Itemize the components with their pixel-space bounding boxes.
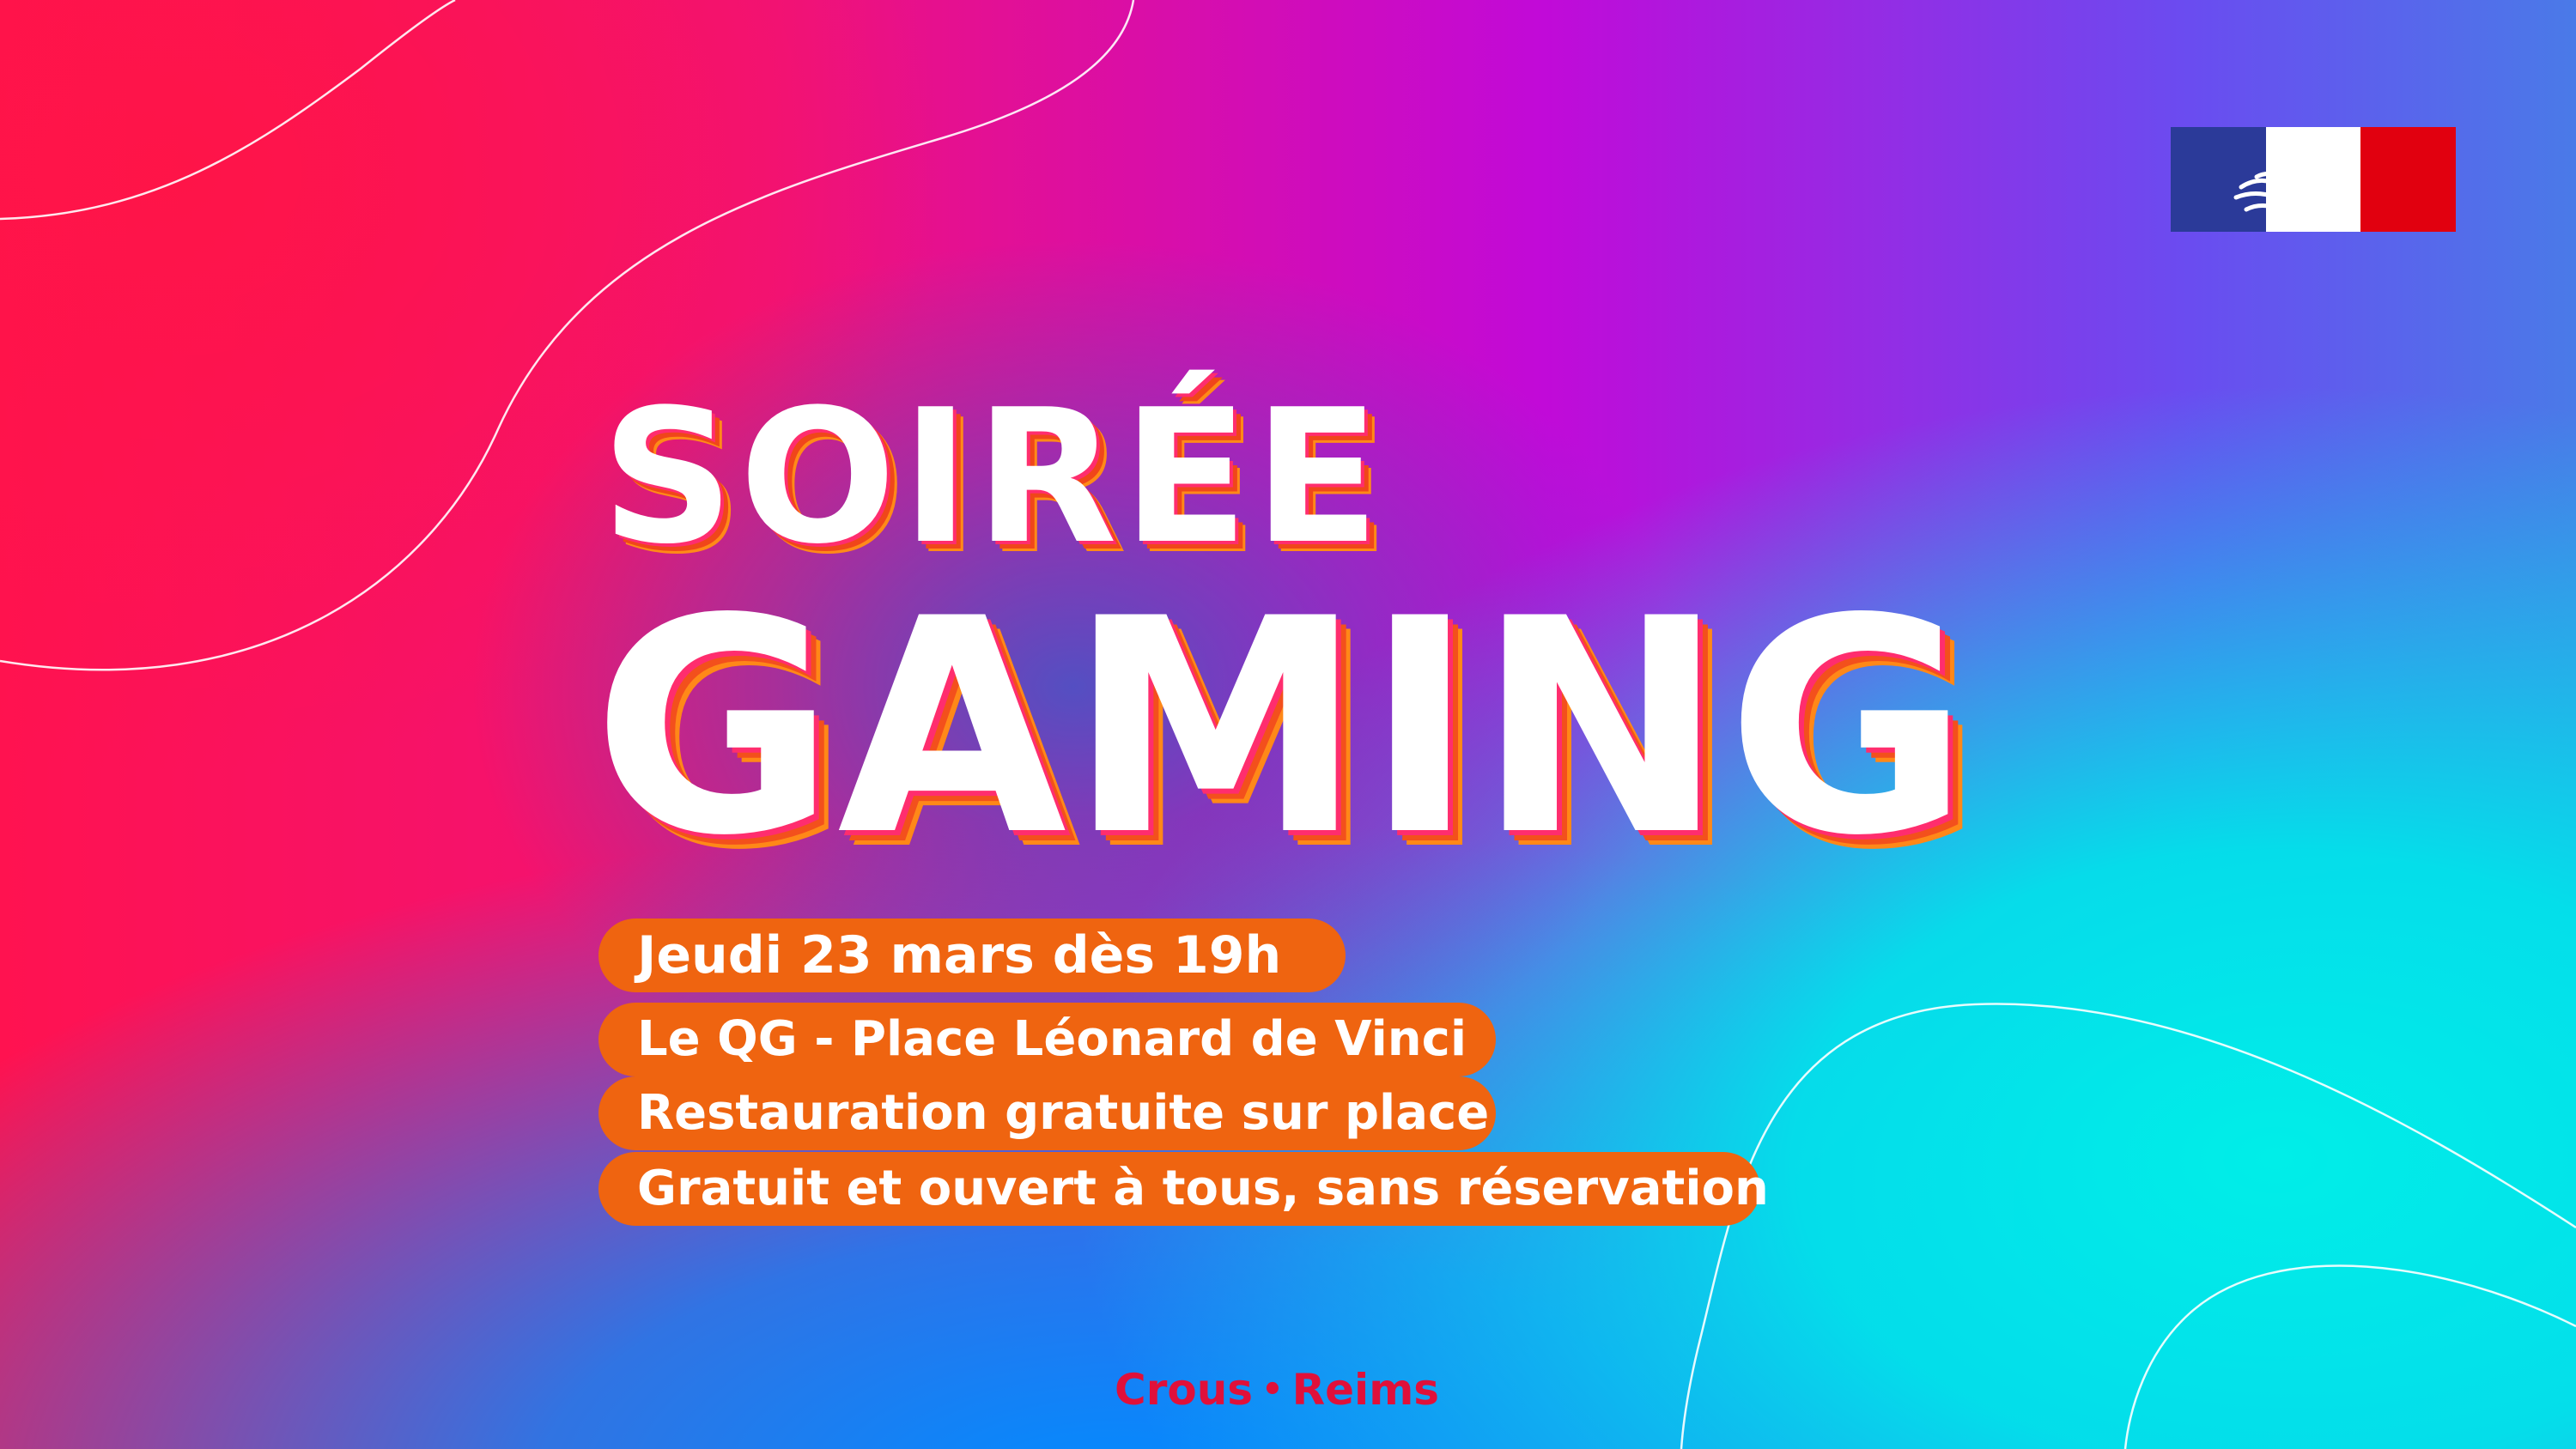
title-soiree: SOIRÉE <box>601 369 1385 585</box>
swirl-line-top-left <box>0 0 456 221</box>
republique-francaise-flag-icon <box>2171 127 2456 232</box>
event-date-pill: Jeudi 23 mars dès 19h <box>598 919 1346 992</box>
logo-text-crous: Crous <box>1115 1365 1254 1415</box>
logo-text-reims: Reims <box>1291 1365 1440 1415</box>
event-access-pill: Gratuit et ouvert à tous, sans réservati… <box>598 1152 1769 1226</box>
event-poster: SOIRÉE GAMING Jeudi 23 mars dès 19h Le Q… <box>0 0 2576 1449</box>
crous-reims-logo: Crous • Reims <box>1115 1365 1439 1415</box>
swirl-line-bottom-right <box>1680 1003 2576 1449</box>
title-gaming: GAMING <box>592 556 1971 900</box>
swirl-line-corner <box>2123 1264 2576 1449</box>
logo-separator-dot: • <box>1261 1370 1284 1410</box>
marianne-icon <box>2233 131 2360 232</box>
event-location-pill: Le QG - Place Léonard de Vinci <box>598 1003 1496 1076</box>
event-food-pill: Restauration gratuite sur place <box>598 1076 1496 1150</box>
